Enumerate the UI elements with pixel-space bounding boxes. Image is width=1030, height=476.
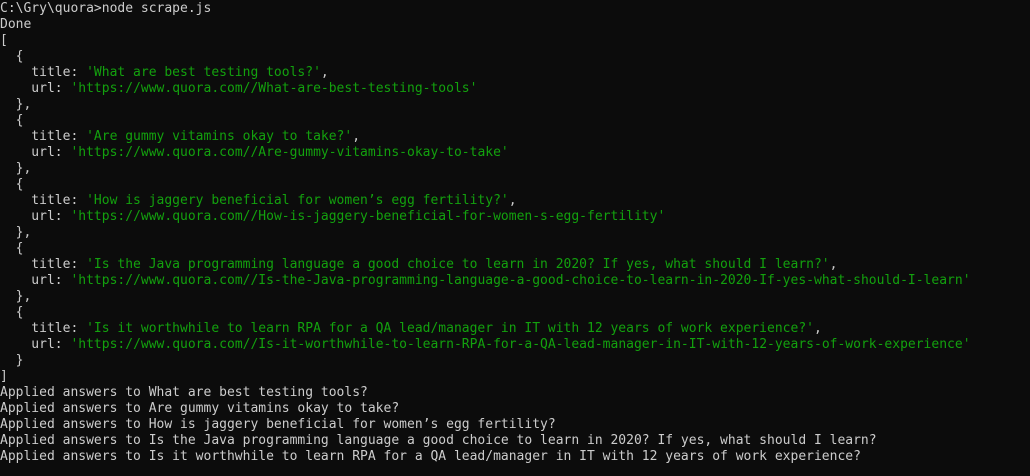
terminal-line: title: 'How is jaggery beneficial for wo…: [0, 193, 971, 209]
line-text: {: [0, 241, 24, 256]
line-text: Applied answers to How is jaggery benefi…: [0, 417, 556, 432]
terminal-line: title: 'Is it worthwhile to learn RPA fo…: [0, 321, 971, 337]
string-literal: 'https://www.quora.com//How-is-jaggery-b…: [70, 209, 666, 224]
terminal-line: C:\Gry\quora>node scrape.js: [0, 1, 971, 17]
line-punctuation: ,: [352, 129, 361, 144]
line-punctuation: ,: [829, 257, 838, 272]
line-text: ]: [0, 369, 8, 384]
terminal-line: },: [0, 161, 971, 177]
line-text: },: [0, 97, 32, 112]
line-text: title:: [0, 257, 87, 272]
line-text: title:: [0, 129, 87, 144]
string-literal: 'https://www.quora.com//What-are-best-te…: [70, 81, 478, 96]
string-literal: 'Is it worthwhile to learn RPA for a QA …: [86, 321, 814, 336]
line-text: },: [0, 225, 32, 240]
line-text: Done: [0, 17, 32, 32]
terminal-line: url: 'https://www.quora.com//How-is-jagg…: [0, 209, 971, 225]
terminal-line: {: [0, 113, 971, 129]
line-text: C:\Gry\quora>node scrape.js: [0, 1, 212, 16]
line-text: url:: [0, 337, 71, 352]
terminal-line: },: [0, 225, 971, 241]
terminal-line: }: [0, 353, 971, 369]
line-punctuation: ,: [320, 65, 329, 80]
line-punctuation: ,: [508, 193, 517, 208]
string-literal: 'What are best testing tools?': [86, 65, 321, 80]
line-text: title:: [0, 321, 87, 336]
line-text: {: [0, 305, 24, 320]
terminal-line: Applied answers to Is it worthwhile to l…: [0, 449, 971, 465]
line-text: url:: [0, 273, 71, 288]
terminal-line: title: 'Are gummy vitamins okay to take?…: [0, 129, 971, 145]
string-literal: 'https://www.quora.com//Is-it-worthwhile…: [70, 337, 971, 352]
terminal-window[interactable]: C:\Gry\quora>node scrape.js Done[ { title…: [0, 0, 1030, 476]
terminal-line: {: [0, 241, 971, 257]
line-text: {: [0, 177, 24, 192]
line-text: },: [0, 289, 32, 304]
terminal-line: ]: [0, 369, 971, 385]
terminal-line: Applied answers to Are gummy vitamins ok…: [0, 401, 971, 417]
string-literal: 'Are gummy vitamins okay to take?': [86, 129, 353, 144]
terminal-line: {: [0, 49, 971, 65]
line-text: url:: [0, 209, 71, 224]
terminal-line: title: 'Is the Java programming language…: [0, 257, 971, 273]
terminal-line: {: [0, 177, 971, 193]
terminal-line: Applied answers to What are best testing…: [0, 385, 971, 401]
terminal-line: Applied answers to How is jaggery benefi…: [0, 417, 971, 433]
string-literal: 'Is the Java programming language a good…: [86, 257, 830, 272]
line-text: Applied answers to Is the Java programmi…: [0, 433, 877, 448]
terminal-line: url: 'https://www.quora.com//Are-gummy-v…: [0, 145, 971, 161]
string-literal: 'How is jaggery beneficial for women’s e…: [86, 193, 509, 208]
terminal-line: url: 'https://www.quora.com//Is-the-Java…: [0, 273, 971, 289]
line-text: Applied answers to Are gummy vitamins ok…: [0, 401, 400, 416]
line-text: }: [0, 353, 24, 368]
terminal-line: {: [0, 305, 971, 321]
string-literal: 'https://www.quora.com//Is-the-Java-prog…: [70, 273, 971, 288]
line-text: {: [0, 113, 24, 128]
terminal-output: C:\Gry\quora>node scrape.js Done[ { title…: [0, 1, 971, 465]
line-text: {: [0, 49, 24, 64]
terminal-line: Applied answers to Is the Java programmi…: [0, 433, 971, 449]
terminal-line: url: 'https://www.quora.com//What-are-be…: [0, 81, 971, 97]
string-literal: 'https://www.quora.com//Are-gummy-vitami…: [70, 145, 509, 160]
terminal-line: title: 'What are best testing tools?',: [0, 65, 971, 81]
terminal-line: Done: [0, 17, 971, 33]
line-text: },: [0, 161, 32, 176]
terminal-line: url: 'https://www.quora.com//Is-it-worth…: [0, 337, 971, 353]
terminal-line: },: [0, 97, 971, 113]
line-text: title:: [0, 65, 87, 80]
line-text: url:: [0, 81, 71, 96]
line-text: url:: [0, 145, 71, 160]
terminal-line: [: [0, 33, 971, 49]
line-text: [: [0, 33, 8, 48]
line-text: Applied answers to What are best testing…: [0, 385, 368, 400]
line-punctuation: ,: [813, 321, 822, 336]
line-text: Applied answers to Is it worthwhile to l…: [0, 449, 861, 464]
terminal-line: },: [0, 289, 971, 305]
line-text: title:: [0, 193, 87, 208]
